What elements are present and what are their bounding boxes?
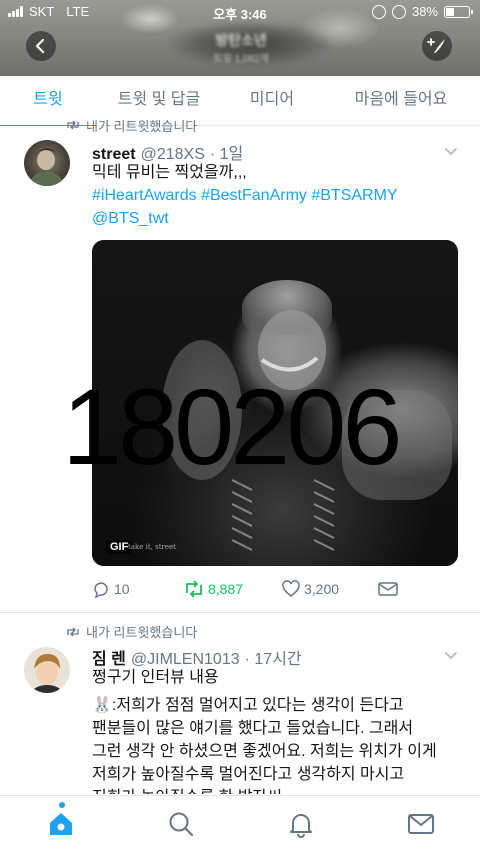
gif-caption: take it, street (128, 543, 176, 551)
battery-percent: 38% (411, 4, 438, 19)
messages-icon (408, 814, 434, 834)
alarm-icon (391, 4, 406, 19)
compose-icon (427, 38, 445, 53)
like-button[interactable]: 3,200 (282, 580, 378, 598)
tweet-hashtags[interactable]: #iHeartAwards #BestFanArmy #BTSARMY (92, 184, 464, 207)
retweet-notice: 내가 리트윗했습니다 (66, 118, 197, 132)
new-tweets-dot (59, 802, 65, 808)
profile-tweet-count: 트윗 1,082개 (213, 54, 269, 65)
notifications-icon (290, 814, 312, 838)
overlay-date-text: 180206 (62, 366, 402, 487)
avatar-image (28, 148, 66, 186)
tab-likes[interactable]: 마음에 들어요 (322, 76, 480, 126)
avatar[interactable] (24, 140, 70, 186)
retweet-icon (186, 580, 202, 598)
retweet-small-icon (67, 120, 79, 130)
chevron-down-icon[interactable] (444, 145, 458, 159)
search-icon (169, 812, 194, 837)
reply-icon (94, 582, 108, 598)
profile-title: 방탄소년 (215, 32, 267, 48)
rotation-lock-icon (371, 4, 386, 19)
retweet-small-icon (67, 627, 79, 636)
bottom-navigation (0, 795, 480, 853)
home-icon (50, 813, 72, 835)
avatar-image (30, 653, 64, 693)
nav-messages[interactable] (407, 810, 435, 838)
retweet-notice: 내가 리트윗했습니다 (66, 622, 197, 641)
tweet-actions: 10 8,887 3,200 (92, 580, 398, 598)
reply-button[interactable]: 10 (92, 580, 184, 598)
like-icon (282, 580, 300, 597)
dm-share-button[interactable] (378, 581, 398, 597)
dm-icon (378, 582, 398, 596)
battery-icon (444, 5, 473, 18)
tweet-mention[interactable]: @BTS_twt (92, 207, 464, 230)
tweet-text: 믹테 뮤비는 찍었을까,,, #iHeartAwards #BestFanArm… (92, 161, 464, 230)
back-button[interactable] (26, 31, 56, 61)
nav-notifications[interactable] (287, 810, 315, 838)
avatar[interactable] (24, 647, 70, 693)
compose-tweet-button[interactable] (422, 31, 452, 61)
retweet-button[interactable]: 8,887 (184, 580, 282, 598)
status-bar: SKT LTE 오후 3:46 38% (0, 0, 480, 24)
tweet-text: 쩡구기 인터뷰 내용 🐰:저희가 점점 멀어지고 있다는 생각이 든다고 팬분들… (92, 669, 437, 794)
back-icon (35, 39, 45, 53)
chevron-down-icon[interactable] (444, 649, 458, 663)
tab-media[interactable]: 미디어 (222, 76, 322, 126)
nav-search[interactable] (167, 810, 195, 838)
nav-home[interactable] (47, 802, 75, 838)
